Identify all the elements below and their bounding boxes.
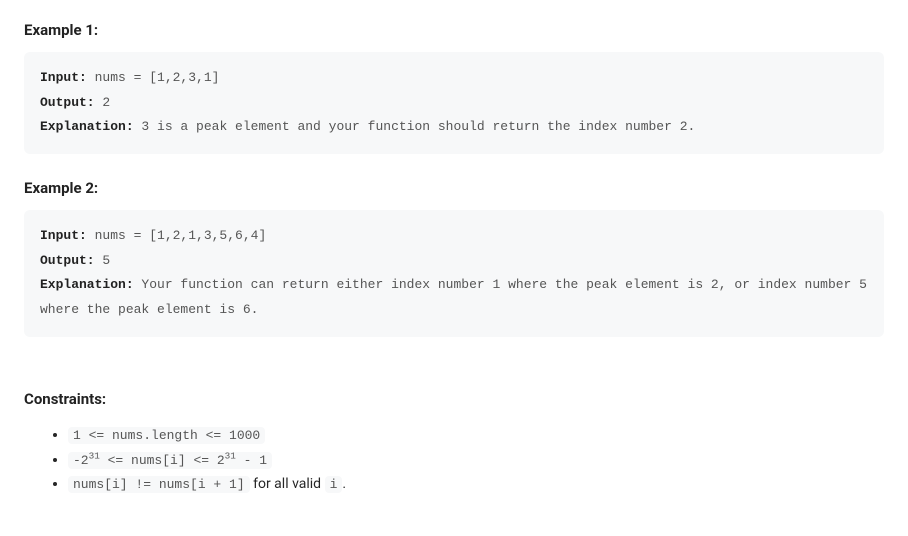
constraint-sup: 31 <box>225 450 236 461</box>
constraint-plain-text: for all valid <box>250 476 325 492</box>
example1-output-line: Output: 2 <box>40 91 868 116</box>
output-label: Output: <box>40 95 95 110</box>
example1-input-line: Input: nums = [1,2,3,1] <box>40 66 868 91</box>
example2-heading: Example 2: <box>24 176 884 200</box>
constraint-code: 1 <= nums.length <= 1000 <box>68 427 265 444</box>
constraint-code: nums[i] != nums[i + 1] <box>68 476 250 493</box>
explanation-label: Explanation: <box>40 277 134 292</box>
section-gap <box>24 359 884 387</box>
constraint-item: -231 <= nums[i] <= 231 - 1 <box>68 448 884 473</box>
example2-explanation-line: Explanation: Your function can return ei… <box>40 273 868 322</box>
example2-output-line: Output: 5 <box>40 249 868 274</box>
constraints-list: 1 <= nums.length <= 1000 -231 <= nums[i]… <box>24 423 884 497</box>
explanation-value: 3 is a peak element and your function sh… <box>134 119 696 134</box>
constraint-plain-text: . <box>342 476 346 492</box>
constraint-text: <= nums[i] <= 2 <box>100 453 225 468</box>
example2-input-line: Input: nums = [1,2,1,3,5,6,4] <box>40 224 868 249</box>
example1-codeblock: Input: nums = [1,2,3,1] Output: 2 Explan… <box>24 52 884 154</box>
constraint-text: -2 <box>73 453 89 468</box>
constraint-item: 1 <= nums.length <= 1000 <box>68 423 884 448</box>
explanation-label: Explanation: <box>40 119 134 134</box>
constraints-heading: Constraints: <box>24 387 884 411</box>
constraint-item: nums[i] != nums[i + 1] for all valid i. <box>68 472 884 497</box>
input-value: nums = [1,2,3,1] <box>87 70 220 85</box>
input-value: nums = [1,2,1,3,5,6,4] <box>87 228 266 243</box>
constraint-sup: 31 <box>89 450 100 461</box>
input-label: Input: <box>40 228 87 243</box>
example2-codeblock: Input: nums = [1,2,1,3,5,6,4] Output: 5 … <box>24 210 884 337</box>
constraint-code: -231 <= nums[i] <= 231 - 1 <box>68 452 272 469</box>
output-value: 2 <box>95 95 111 110</box>
input-label: Input: <box>40 70 87 85</box>
output-value: 5 <box>95 253 111 268</box>
constraint-text: - 1 <box>236 453 267 468</box>
output-label: Output: <box>40 253 95 268</box>
example1-explanation-line: Explanation: 3 is a peak element and you… <box>40 115 868 140</box>
constraint-code: i <box>325 476 343 493</box>
explanation-value: Your function can return either index nu… <box>40 277 867 317</box>
example1-heading: Example 1: <box>24 18 884 42</box>
